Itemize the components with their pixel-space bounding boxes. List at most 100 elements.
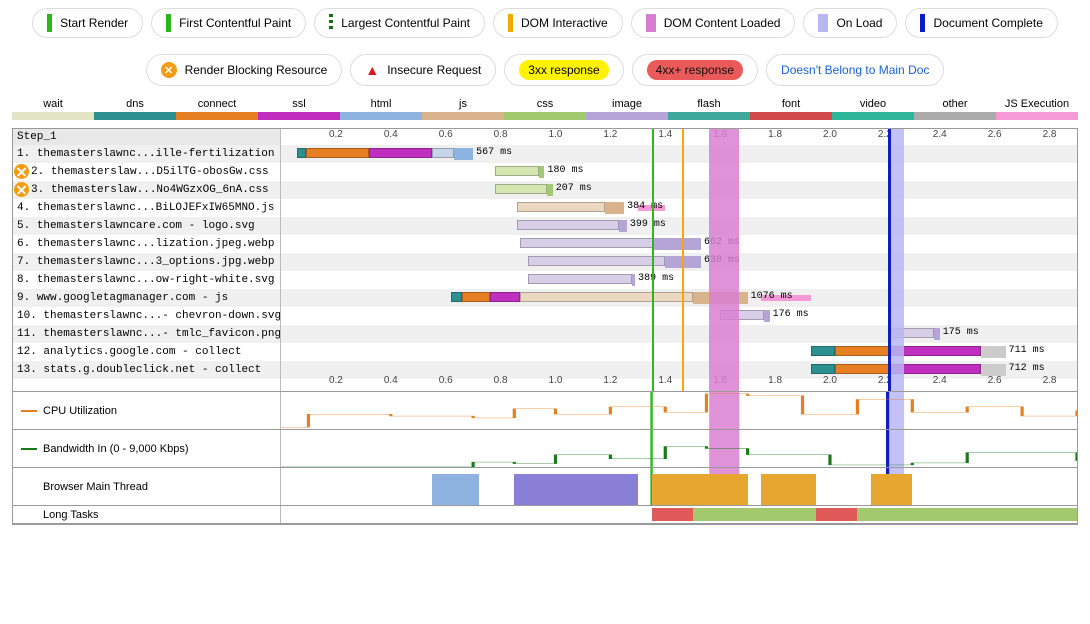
type-other[interactable]: other — [914, 98, 996, 120]
bw-graph[interactable] — [281, 430, 1077, 467]
label: js — [422, 98, 504, 110]
start-render-mark — [47, 14, 52, 32]
legend-render-blocking[interactable]: ✕Render Blocking Resource — [146, 54, 343, 86]
swatch — [94, 112, 176, 120]
legend-onload[interactable]: On Load — [803, 8, 897, 38]
mark-dc — [888, 129, 891, 391]
bw-panel: Bandwidth In (0 - 9,000 Kbps) — [13, 430, 1077, 468]
legend-lcp[interactable]: Largest Contentful Paint — [314, 8, 485, 38]
request-label-4[interactable]: 4. themasterslawnc...BiLOJEFxIW65MNO.js — [13, 199, 280, 217]
swatch — [586, 112, 668, 120]
swatch — [176, 112, 258, 120]
request-label-10[interactable]: 10. themasterslawnc...- chevron-down.svg — [13, 307, 280, 325]
metrics-panels: CPU Utilization Bandwidth In (0 - 9,000 … — [13, 391, 1077, 524]
type-font[interactable]: font — [750, 98, 832, 120]
swatch — [832, 112, 914, 120]
label: Largest Contentful Paint — [341, 16, 470, 30]
index: 8. — [17, 274, 37, 286]
request-label-11[interactable]: 11. themasterslawnc...- tmlc_favicon.png — [13, 325, 280, 343]
cpu-graph[interactable] — [281, 392, 1077, 429]
mark-sr — [652, 129, 654, 391]
legend-start-render[interactable]: Start Render — [32, 8, 143, 38]
waterfall-chart: Step_1 1. themasterslawnc...ille-fertili… — [12, 128, 1078, 525]
type-js[interactable]: js — [422, 98, 504, 120]
index: 10. — [17, 310, 43, 322]
legend-3xx[interactable]: 3xx response — [504, 54, 623, 86]
type-image[interactable]: image — [586, 98, 668, 120]
type-js-execution[interactable]: JS Execution — [996, 98, 1078, 120]
label: other — [914, 98, 996, 110]
thread-block — [514, 474, 638, 505]
type-connect[interactable]: connect — [176, 98, 258, 120]
legend-fcp[interactable]: First Contentful Paint — [151, 8, 306, 38]
index: 6. — [17, 238, 37, 250]
mime-type-legend: waitdnsconnectsslhtmljscssimageflashfont… — [0, 94, 1090, 124]
swatch — [750, 112, 832, 120]
fcp-mark — [166, 14, 171, 32]
index: 3. — [31, 184, 51, 196]
request-label-5[interactable]: 5. themasterslawncare.com - logo.svg — [13, 217, 280, 235]
index: 7. — [17, 256, 37, 268]
request-labels: Step_1 1. themasterslawnc...ille-fertili… — [13, 129, 281, 391]
label: DOM Content Loaded — [664, 16, 781, 30]
swatch — [914, 112, 996, 120]
label: Insecure Request — [387, 63, 481, 77]
index: 4. — [17, 202, 37, 214]
legend-dom-interactive[interactable]: DOM Interactive — [493, 8, 623, 38]
swatch — [258, 112, 340, 120]
legend-dcl[interactable]: DOM Content Loaded — [631, 8, 796, 38]
legend-4xx[interactable]: 4xx+ response — [632, 54, 758, 86]
label: font — [750, 98, 832, 110]
legend-not-main[interactable]: Doesn't Belong to Main Doc — [766, 54, 944, 86]
step-label: Step_1 — [13, 129, 280, 145]
request-label-12[interactable]: 12. analytics.google.com - collect — [13, 343, 280, 361]
label: DOM Interactive — [521, 16, 608, 30]
legend-doc-complete[interactable]: Document Complete — [905, 8, 1057, 38]
url: themasterslawnc...3_options.jpg.webp — [37, 256, 275, 268]
url: themasterslaw...D5ilTG-obosGw.css — [51, 166, 269, 178]
timing-marks — [281, 129, 1077, 391]
label: JS Execution — [996, 98, 1078, 110]
request-label-8[interactable]: 8. themasterslawnc...ow-right-white.svg — [13, 271, 280, 289]
index: 12. — [17, 346, 43, 358]
label[interactable]: Doesn't Belong to Main Doc — [781, 63, 929, 77]
legend-status: ✕Render Blocking Resource ▲Insecure Requ… — [0, 46, 1090, 94]
timeline-area[interactable]: 0.20.40.60.81.01.21.41.61.82.02.22.42.62… — [281, 129, 1077, 391]
type-wait[interactable]: wait — [12, 98, 94, 120]
render-blocking-icon — [14, 182, 29, 197]
label: Browser Main Thread — [43, 481, 148, 493]
url: themasterslawnc...ow-right-white.svg — [37, 274, 275, 286]
swatch — [668, 112, 750, 120]
type-ssl[interactable]: ssl — [258, 98, 340, 120]
legend-insecure[interactable]: ▲Insecure Request — [350, 54, 496, 86]
dom-interactive-mark — [508, 14, 513, 32]
type-dns[interactable]: dns — [94, 98, 176, 120]
request-label-7[interactable]: 7. themasterslawnc...3_options.jpg.webp — [13, 253, 280, 271]
swatch — [422, 112, 504, 120]
type-css[interactable]: css — [504, 98, 586, 120]
request-label-9[interactable]: 9. www.googletagmanager.com - js — [13, 289, 280, 307]
type-video[interactable]: video — [832, 98, 914, 120]
index: 1. — [17, 148, 37, 160]
type-html[interactable]: html — [340, 98, 422, 120]
label: flash — [668, 98, 750, 110]
request-label-13[interactable]: 13. stats.g.doubleclick.net - collect — [13, 361, 280, 379]
onload-mark — [818, 14, 828, 32]
request-label-6[interactable]: 6. themasterslawnc...lization.jpeg.webp — [13, 235, 280, 253]
label: On Load — [836, 16, 882, 30]
label: 4xx+ response — [647, 60, 743, 80]
type-flash[interactable]: flash — [668, 98, 750, 120]
long-task — [857, 508, 1077, 521]
longtask-panel: Long Tasks — [13, 506, 1077, 524]
url: stats.g.doubleclick.net - collect — [43, 364, 261, 376]
swatch — [12, 112, 94, 120]
url: themasterslawnc...- chevron-down.svg — [43, 310, 280, 322]
request-label-1[interactable]: 1. themasterslawnc...ille-fertilization — [13, 145, 280, 163]
thread-graph[interactable] — [281, 468, 1077, 505]
request-label-3[interactable]: 3. themasterslaw...No4WGzxOG_6nA.css — [13, 181, 280, 199]
request-label-2[interactable]: 2. themasterslaw...D5ilTG-obosGw.css — [13, 163, 280, 181]
label: Render Blocking Resource — [185, 63, 328, 77]
swatch — [340, 112, 422, 120]
long-task — [652, 508, 693, 521]
long-graph[interactable] — [281, 506, 1077, 523]
